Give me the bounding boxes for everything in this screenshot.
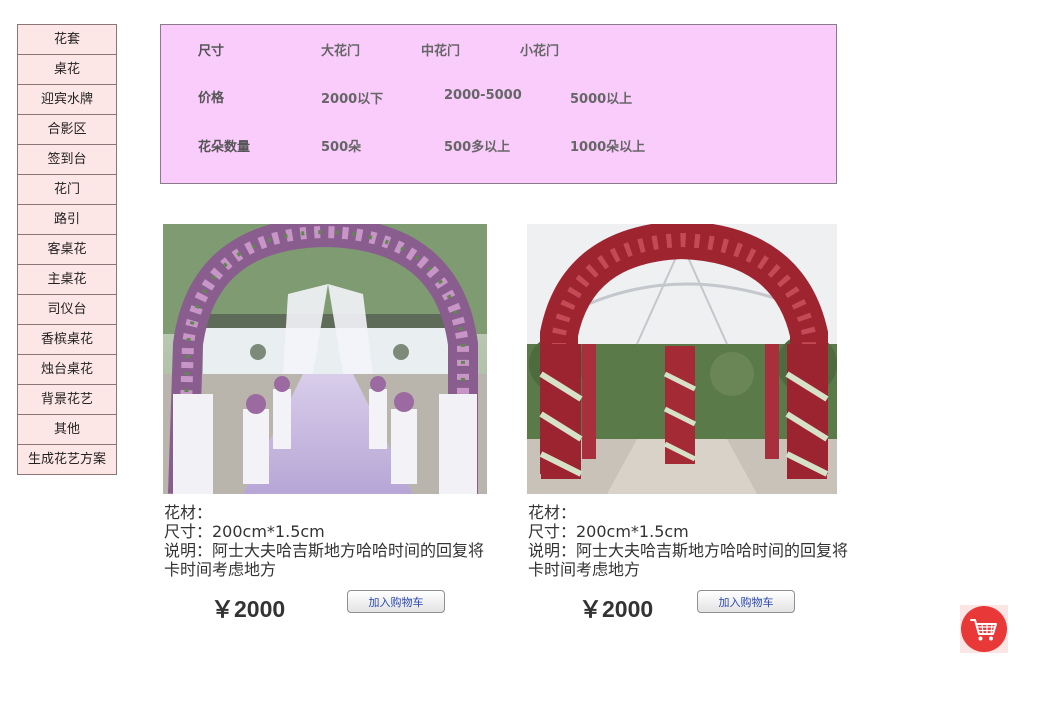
filter-option-price-under-2000[interactable]: 2000以下 bbox=[321, 88, 383, 107]
filter-panel: 尺寸 大花门 中花门 小花门 价格 2000以下 2000-5000 5000以… bbox=[160, 24, 837, 184]
category-sidebar: 花套 桌花 迎宾水牌 合影区 签到台 花门 路引 客桌花 主桌花 司仪台 香槟桌… bbox=[17, 24, 117, 475]
product-description: 说明：阿士大夫哈吉斯地方哈哈时间的回复将卡时间考虑地方 bbox=[164, 541, 485, 579]
product-material: 花材： bbox=[528, 503, 577, 522]
sidebar-item-welcome-sign[interactable]: 迎宾水牌 bbox=[18, 85, 116, 115]
product-description: 说明：阿士大夫哈吉斯地方哈哈时间的回复将卡时间考虑地方 bbox=[528, 541, 849, 579]
product-size: 尺寸：200cm*1.5cm bbox=[528, 522, 689, 541]
sidebar-item-main-table-flower[interactable]: 主桌花 bbox=[18, 265, 116, 295]
filter-option-small-gate[interactable]: 小花门 bbox=[520, 40, 559, 59]
add-to-cart-button[interactable]: 加入购物车 bbox=[347, 590, 445, 613]
sidebar-item-zhuohua[interactable]: 桌花 bbox=[18, 55, 116, 85]
filter-option-medium-gate[interactable]: 中花门 bbox=[421, 40, 460, 59]
sidebar-item-huatao[interactable]: 花套 bbox=[18, 25, 116, 55]
product-price: ￥2000 bbox=[211, 596, 286, 622]
sidebar-item-candle-table-flower[interactable]: 烛台桌花 bbox=[18, 355, 116, 385]
sidebar-item-generate-plan[interactable]: 生成花艺方案 bbox=[18, 445, 116, 475]
sidebar-item-host-stage[interactable]: 司仪台 bbox=[18, 295, 116, 325]
red-flower-arch-photo[interactable] bbox=[527, 224, 837, 494]
filter-label-size: 尺寸 bbox=[198, 44, 225, 59]
product-material: 花材： bbox=[164, 503, 213, 522]
add-to-cart-button[interactable]: 加入购物车 bbox=[697, 590, 795, 613]
sidebar-item-backdrop-floral[interactable]: 背景花艺 bbox=[18, 385, 116, 415]
sidebar-item-road-guide[interactable]: 路引 bbox=[18, 205, 116, 235]
filter-option-1000-plus[interactable]: 1000朵以上 bbox=[570, 136, 645, 155]
filter-option-500-plus[interactable]: 500多以上 bbox=[444, 136, 510, 155]
sidebar-item-photo-area[interactable]: 合影区 bbox=[18, 115, 116, 145]
product-image bbox=[527, 224, 837, 494]
sidebar-item-guest-table-flower[interactable]: 客桌花 bbox=[18, 235, 116, 265]
sidebar-item-sign-in-table[interactable]: 签到台 bbox=[18, 145, 116, 175]
sidebar-item-flower-gate[interactable]: 花门 bbox=[18, 175, 116, 205]
filter-option-price-2000-5000[interactable]: 2000-5000 bbox=[444, 88, 522, 103]
flower-arch-aisle-photo[interactable] bbox=[163, 224, 487, 494]
product-size: 尺寸：200cm*1.5cm bbox=[164, 522, 325, 541]
filter-option-500[interactable]: 500朵 bbox=[321, 136, 361, 155]
product-price: ￥2000 bbox=[579, 596, 654, 622]
filter-label-price: 价格 bbox=[198, 91, 225, 106]
shopping-cart-icon bbox=[960, 605, 1008, 653]
product-info: 花材： 尺寸：200cm*1.5cm 说明：阿士大夫哈吉斯地方哈哈时间的回复将卡… bbox=[528, 503, 858, 579]
floating-cart-button[interactable] bbox=[960, 605, 1008, 653]
filter-option-large-gate[interactable]: 大花门 bbox=[321, 40, 360, 59]
product-image bbox=[163, 224, 487, 494]
product-info: 花材： 尺寸：200cm*1.5cm 说明：阿士大夫哈吉斯地方哈哈时间的回复将卡… bbox=[164, 503, 494, 579]
sidebar-item-other[interactable]: 其他 bbox=[18, 415, 116, 445]
filter-option-price-over-5000[interactable]: 5000以上 bbox=[570, 88, 632, 107]
filter-label-flower-count: 花朵数量 bbox=[198, 140, 251, 155]
sidebar-item-champagne-table-flower[interactable]: 香槟桌花 bbox=[18, 325, 116, 355]
